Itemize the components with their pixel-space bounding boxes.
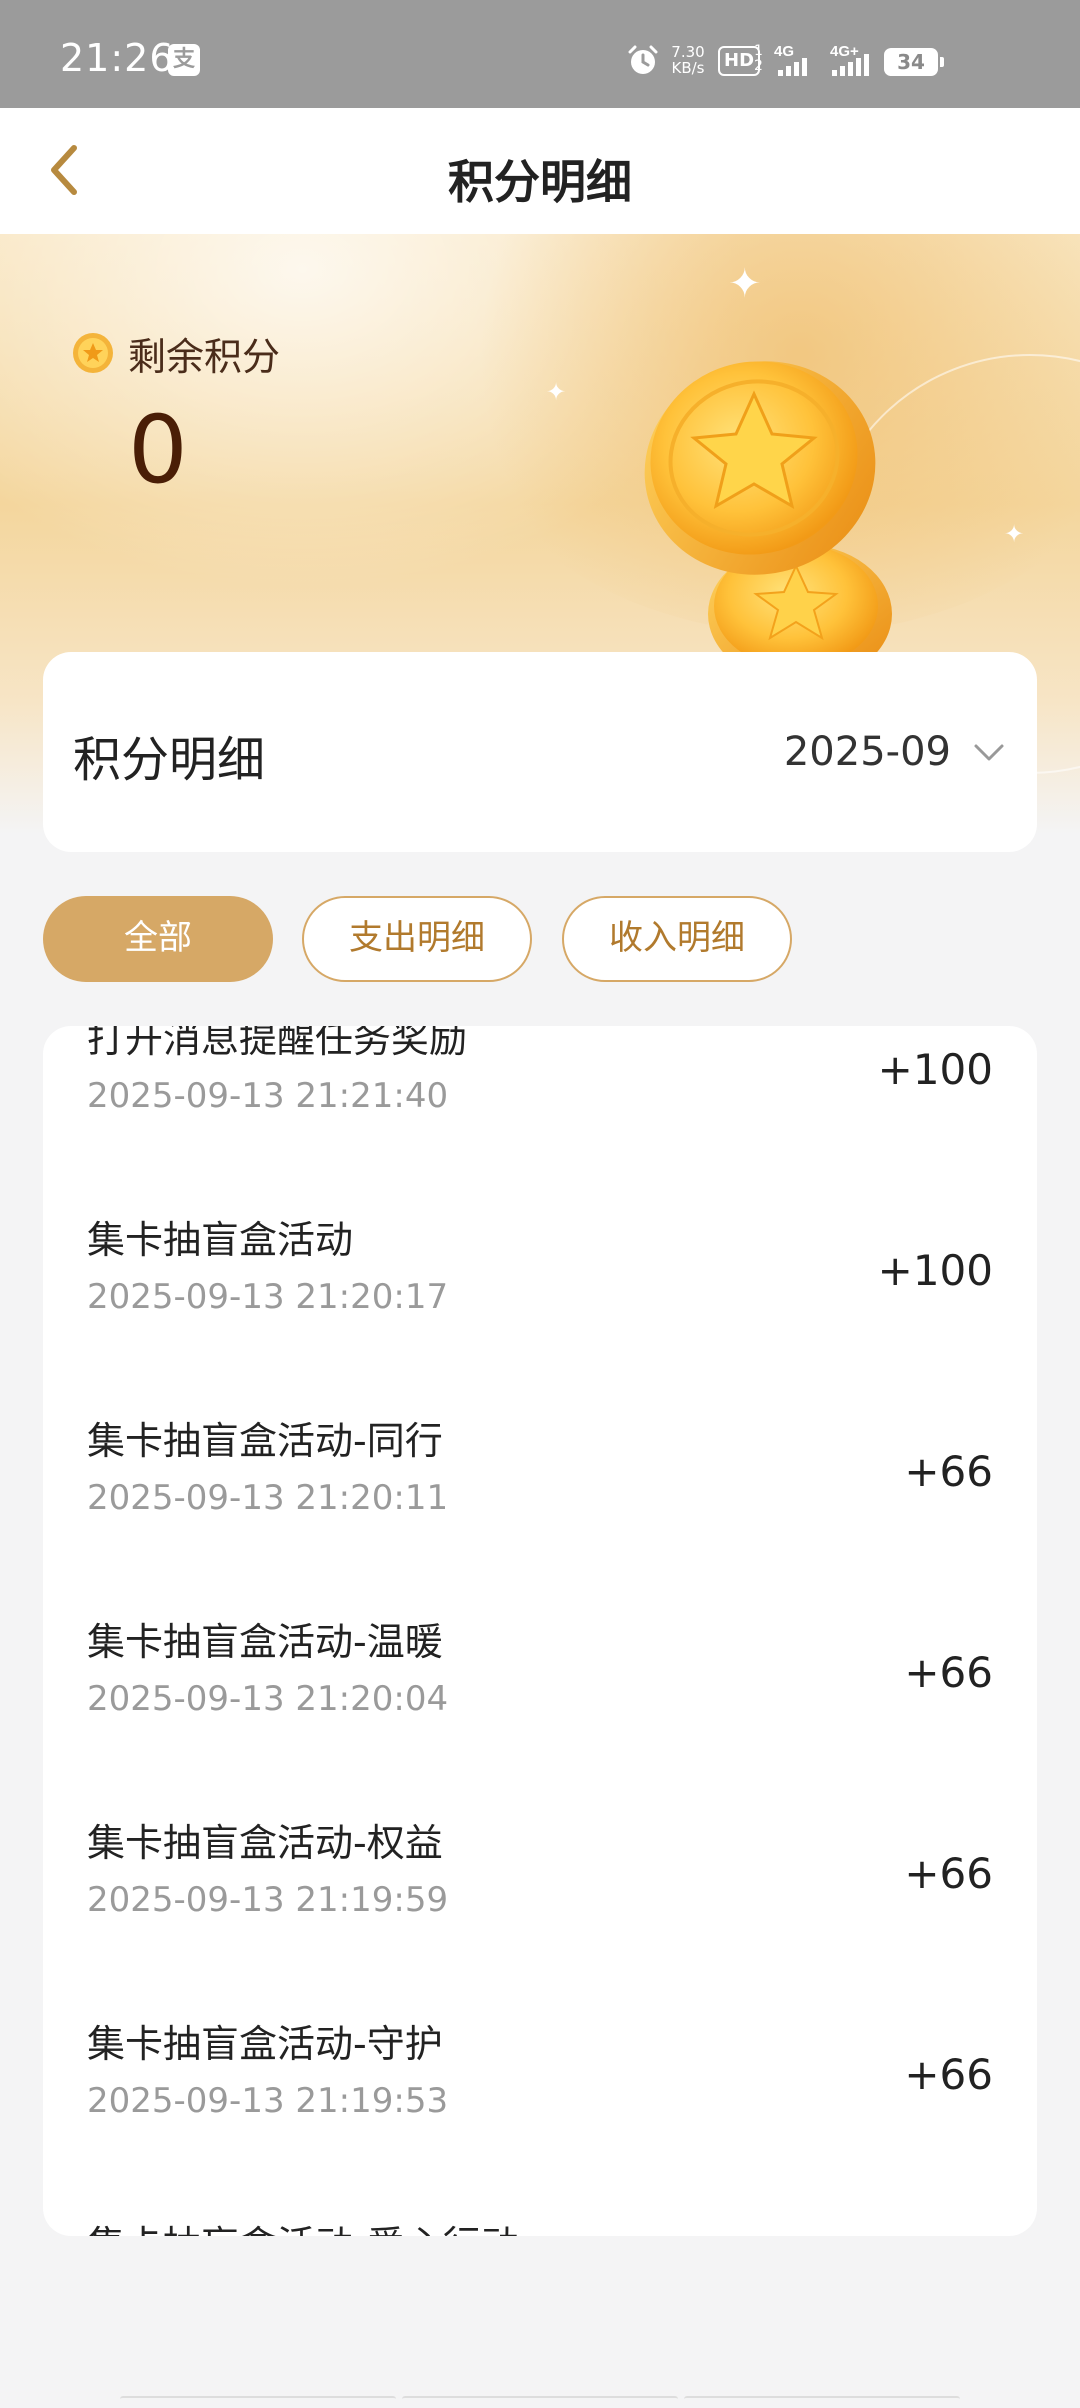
status-time: 21:26: [60, 36, 175, 80]
details-section-title: 积分明细: [73, 732, 266, 788]
points-record-list[interactable]: 打开消息提醒任务奖励 2025-09-13 21:21:40 +100 集卡抽盲…: [43, 1026, 1037, 2236]
home-indicator-segment: [120, 2396, 396, 2404]
record-title: 集卡抽盲盒活动-同行: [87, 1419, 443, 1463]
record-amount: +100: [877, 1246, 993, 1295]
points-balance: 0: [128, 396, 188, 505]
record-title: 集卡抽盲盒活动-温暖: [87, 1620, 443, 1664]
hd-sim-1: 1: [754, 43, 763, 59]
record-amount: +66: [904, 2050, 993, 2099]
network-speed-unit: KB/s: [671, 59, 705, 77]
record-title: 集卡抽盲盒活动-守护: [87, 2022, 443, 2066]
sparkle-icon: ✦: [546, 378, 567, 406]
record-time: 2025-09-13 21:20:11: [87, 1478, 449, 1518]
network-speed: 7.30 KB/s: [668, 44, 708, 76]
battery-indicator: 34: [884, 48, 944, 76]
list-item: 集卡抽盲盒活动-守护 2025-09-13 21:19:53 +66: [43, 2017, 1037, 2218]
chevron-down-icon: [974, 744, 1004, 761]
list-item: 集卡抽盲盒活动-权益 2025-09-13 21:19:59 +66: [43, 1816, 1037, 2017]
status-bar: 21:26 支 7.30 KB/s HD 1 2 4G 4G+ 34: [0, 0, 1080, 108]
record-list-content: 打开消息提醒任务奖励 2025-09-13 21:21:40 +100 集卡抽盲…: [43, 1026, 1037, 2236]
record-title: 集卡抽盲盒活动: [87, 1218, 354, 1262]
signal-sim1-icon: 4G: [774, 43, 807, 76]
record-amount: +100: [877, 1045, 993, 1094]
hd-sim-indicator: 1 2: [754, 44, 763, 74]
record-title: 集卡抽盲盒活动-爱心行动: [87, 2218, 519, 2236]
sim1-label: 4G: [774, 43, 794, 60]
page-title: 积分明细: [448, 155, 632, 209]
record-time: 2025-09-13 21:20:17: [87, 1277, 449, 1317]
list-item: 集卡抽盲盒活动 2025-09-13 21:20:17 +100: [43, 1213, 1037, 1414]
record-title: 打开消息提醒任务奖励: [87, 1026, 468, 1061]
tab-all[interactable]: 全部: [43, 896, 273, 982]
record-amount: +66: [904, 1447, 993, 1496]
list-item: 集卡抽盲盒活动-温暖 2025-09-13 21:20:04 +66: [43, 1615, 1037, 1816]
hd-sim-2: 2: [754, 58, 763, 74]
home-indicator-segment: [402, 2396, 678, 2404]
alipay-notification-icon: 支: [168, 44, 200, 76]
record-amount: +66: [904, 1849, 993, 1898]
coins-illustration: [644, 361, 892, 674]
month-picker[interactable]: 2025-09: [784, 722, 1007, 782]
points-coin-icon: [73, 333, 113, 373]
home-indicator-segment: [684, 2396, 960, 2404]
signal-sim2-icon: 4G+: [830, 43, 869, 76]
record-time: 2025-09-13 21:20:04: [87, 1679, 449, 1719]
sparkle-icon: ✦: [1004, 520, 1025, 548]
sim2-label: 4G+: [830, 43, 859, 60]
record-time: 2025-09-13 21:21:40: [87, 1076, 449, 1116]
points-label: 剩余积分: [128, 335, 281, 379]
network-speed-value: 7.30: [671, 43, 705, 61]
record-amount: +66: [904, 1648, 993, 1697]
nav-bar: 积分明细: [0, 108, 1080, 234]
alarm-icon: [628, 45, 658, 74]
tab-expense[interactable]: 支出明细: [302, 896, 532, 982]
record-time: 2025-09-13 21:19:59: [87, 1880, 449, 1920]
list-item: 集卡抽盲盒活动-爱心行动: [43, 2218, 1037, 2236]
list-item: 打开消息提醒任务奖励 2025-09-13 21:21:40 +100: [43, 1026, 1037, 1213]
details-filter-card: 积分明细 2025-09: [43, 652, 1037, 852]
list-item: 集卡抽盲盒活动-同行 2025-09-13 21:20:11 +66: [43, 1414, 1037, 1615]
month-picker-value: 2025-09: [783, 729, 951, 775]
record-time: 2025-09-13 21:19:53: [87, 2081, 449, 2121]
record-title: 集卡抽盲盒活动-权益: [87, 1821, 443, 1865]
home-indicator: [120, 2396, 960, 2404]
tab-income[interactable]: 收入明细: [562, 896, 792, 982]
